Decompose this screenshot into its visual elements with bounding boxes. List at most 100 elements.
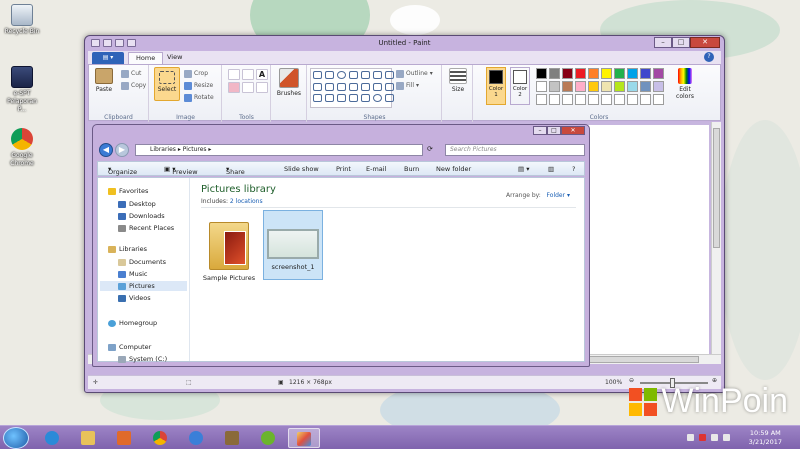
palette-swatch[interactable] bbox=[562, 68, 573, 79]
star4-shape-icon[interactable] bbox=[325, 94, 334, 103]
explorer-close-button[interactable]: ✕ bbox=[561, 126, 585, 135]
tray-flag-icon[interactable] bbox=[699, 434, 706, 441]
curve-shape-icon[interactable] bbox=[325, 71, 334, 79]
taskbar-ie[interactable] bbox=[36, 428, 68, 448]
nav-videos[interactable]: Videos bbox=[118, 293, 151, 303]
taskbar-explorer[interactable] bbox=[72, 428, 104, 448]
taskbar-app-2[interactable] bbox=[216, 428, 248, 448]
palette-swatch[interactable] bbox=[614, 81, 625, 92]
search-input[interactable]: Search Pictures bbox=[445, 144, 585, 156]
pencil-icon[interactable] bbox=[228, 69, 240, 80]
desktop-icon-chrome[interactable]: Google Chrome bbox=[2, 128, 42, 168]
color1-button[interactable]: Color 1 bbox=[486, 67, 506, 105]
share-with-button[interactable]: Share with ▾ bbox=[226, 165, 245, 184]
tab-view[interactable]: View bbox=[160, 52, 189, 64]
rotate-button[interactable]: Rotate bbox=[184, 92, 214, 103]
breadcrumb-pictures[interactable]: Pictures bbox=[183, 146, 207, 153]
palette-swatch[interactable] bbox=[536, 81, 547, 92]
vertical-scroll-thumb[interactable] bbox=[713, 128, 720, 248]
triangle-shape-icon[interactable] bbox=[385, 71, 394, 79]
fill-dropdown[interactable]: Fill ▾ bbox=[396, 80, 419, 91]
tray-network-icon[interactable] bbox=[711, 434, 718, 441]
palette-swatch[interactable] bbox=[614, 68, 625, 79]
nav-downloads[interactable]: Downloads bbox=[118, 211, 165, 221]
taskbar-app[interactable] bbox=[180, 428, 212, 448]
desktop-icon-recycle-bin[interactable]: Recycle Bin bbox=[2, 4, 42, 36]
line-shape-icon[interactable] bbox=[313, 71, 322, 79]
palette-swatch[interactable] bbox=[562, 94, 573, 105]
text-icon[interactable]: A bbox=[256, 69, 268, 80]
fill-bucket-icon[interactable] bbox=[242, 69, 254, 80]
close-button[interactable]: ✕ bbox=[690, 37, 720, 48]
palette-swatch[interactable] bbox=[575, 81, 586, 92]
palette-swatch[interactable] bbox=[588, 81, 599, 92]
palette-swatch[interactable] bbox=[562, 81, 573, 92]
nav-recent-places[interactable]: Recent Places bbox=[118, 223, 174, 233]
arrow-left-shape-icon[interactable] bbox=[373, 82, 382, 91]
palette-swatch[interactable] bbox=[653, 94, 664, 105]
help-icon-explorer[interactable]: ? bbox=[572, 165, 575, 173]
palette-swatch[interactable] bbox=[640, 94, 651, 105]
preview-button[interactable]: ▣ Preview ▾ bbox=[164, 165, 198, 176]
new-folder-button[interactable]: New folder bbox=[436, 165, 471, 173]
resize-button[interactable]: Resize bbox=[184, 80, 213, 91]
palette-swatch[interactable] bbox=[640, 81, 651, 92]
organize-button[interactable]: Organize ▾ bbox=[108, 165, 137, 176]
cut-button[interactable]: Cut bbox=[121, 68, 141, 79]
diamond-shape-icon[interactable] bbox=[325, 82, 334, 91]
copy-button[interactable]: Copy bbox=[121, 80, 146, 91]
rounded-rect-shape-icon[interactable] bbox=[361, 71, 370, 79]
slide-show-button[interactable]: Slide show bbox=[284, 165, 319, 173]
color-picker-icon[interactable] bbox=[242, 82, 254, 93]
palette-swatch[interactable] bbox=[601, 94, 612, 105]
callout-cloud-shape-icon[interactable] bbox=[385, 94, 394, 103]
nav-computer[interactable]: Computer bbox=[108, 342, 151, 352]
file-item-sample-pictures[interactable]: Sample Pictures bbox=[199, 216, 259, 286]
nav-system-drive[interactable]: System (C:) bbox=[118, 354, 167, 364]
palette-swatch[interactable] bbox=[601, 68, 612, 79]
color2-button[interactable]: Color 2 bbox=[510, 67, 530, 105]
edit-colors-button[interactable]: Edit colors bbox=[672, 68, 698, 100]
polygon-shape-icon[interactable] bbox=[373, 71, 382, 79]
arrow-right-shape-icon[interactable] bbox=[361, 82, 370, 91]
nav-favorites[interactable]: Favorites bbox=[108, 186, 148, 196]
hexagon-shape-icon[interactable] bbox=[349, 82, 358, 91]
file-menu-button[interactable]: ▤ ▾ bbox=[92, 52, 124, 64]
nav-homegroup[interactable]: Homegroup bbox=[108, 318, 157, 328]
palette-swatch[interactable] bbox=[536, 68, 547, 79]
locations-link[interactable]: 2 locations bbox=[230, 198, 263, 205]
magnifier-icon[interactable] bbox=[256, 82, 268, 93]
arrow-up-shape-icon[interactable] bbox=[385, 82, 394, 91]
palette-swatch[interactable] bbox=[575, 94, 586, 105]
paste-button[interactable]: Paste bbox=[93, 68, 115, 93]
taskbar-chrome[interactable] bbox=[144, 428, 176, 448]
palette-swatch[interactable] bbox=[627, 94, 638, 105]
palette-swatch[interactable] bbox=[549, 81, 560, 92]
print-button[interactable]: Print bbox=[336, 165, 351, 173]
star6-shape-icon[interactable] bbox=[349, 94, 358, 103]
change-view-icon[interactable]: ▤ ▾ bbox=[518, 165, 529, 173]
palette-swatch[interactable] bbox=[653, 68, 664, 79]
taskbar-utorrent[interactable] bbox=[252, 428, 284, 448]
outline-dropdown[interactable]: Outline ▾ bbox=[396, 68, 433, 79]
brushes-button[interactable]: Brushes bbox=[276, 68, 302, 97]
nav-music[interactable]: Music bbox=[118, 269, 148, 279]
size-button[interactable]: Size bbox=[446, 68, 470, 93]
breadcrumb-libraries[interactable]: Libraries bbox=[150, 146, 176, 153]
maximize-button[interactable]: □ bbox=[672, 37, 690, 48]
nav-documents[interactable]: Documents bbox=[118, 257, 166, 267]
palette-swatch[interactable] bbox=[627, 68, 638, 79]
file-item-screenshot-1[interactable]: screenshot_1 bbox=[263, 210, 323, 280]
preview-pane-icon[interactable]: ▥ bbox=[548, 165, 554, 173]
palette-swatch[interactable] bbox=[588, 94, 599, 105]
select-button[interactable]: Select bbox=[154, 67, 180, 101]
taskbar-paint[interactable] bbox=[288, 428, 320, 448]
palette-swatch[interactable] bbox=[549, 68, 560, 79]
paint-titlebar[interactable]: Untitled - Paint – □ ✕ bbox=[85, 36, 724, 51]
minimize-button[interactable]: – bbox=[654, 37, 672, 48]
crop-button[interactable]: Crop bbox=[184, 68, 208, 79]
star5-shape-icon[interactable] bbox=[337, 94, 346, 103]
arrange-by-dropdown[interactable]: Folder ▾ bbox=[547, 192, 570, 199]
vertical-scrollbar[interactable] bbox=[711, 122, 721, 364]
address-bar[interactable]: Libraries ▸ Pictures ▸ bbox=[135, 144, 423, 156]
